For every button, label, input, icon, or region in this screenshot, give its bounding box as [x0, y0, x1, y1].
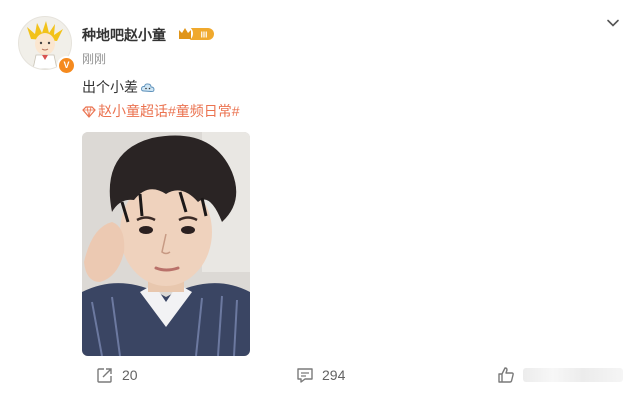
- action-bar: 20 294: [0, 362, 640, 392]
- weibo-post-card: V 种地吧赵小童 III 刚刚 出个小差 赵小童超话#童频日常# 20 294: [0, 0, 640, 401]
- chevron-down-icon[interactable]: [605, 15, 621, 31]
- repost-button[interactable]: 20: [96, 366, 138, 384]
- comment-button[interactable]: 294: [296, 366, 345, 384]
- member-badge[interactable]: III: [177, 25, 215, 42]
- cloud-emoji-icon: [140, 81, 156, 98]
- post-text-body: 出个小差: [82, 79, 138, 95]
- like-count-redacted: [523, 368, 623, 382]
- badge-level-text: III: [201, 31, 208, 40]
- thumbs-up-icon: [498, 367, 514, 383]
- comment-icon: [297, 368, 313, 383]
- repost-count: 20: [122, 367, 138, 383]
- post-text: 出个小差: [82, 77, 156, 98]
- share-icon: [97, 368, 112, 383]
- comment-count: 294: [322, 367, 346, 383]
- post-time[interactable]: 刚刚: [82, 50, 106, 67]
- topic-link[interactable]: 赵小童超话#童频日常#: [82, 101, 240, 121]
- diamond-topic-icon: [82, 105, 96, 121]
- topic-text: 赵小童超话#童频日常#: [98, 103, 240, 119]
- like-button[interactable]: [497, 366, 623, 384]
- avatar[interactable]: V: [18, 16, 76, 75]
- username[interactable]: 种地吧赵小童: [82, 25, 166, 45]
- verified-badge: V: [57, 56, 76, 75]
- post-photo[interactable]: [82, 132, 250, 356]
